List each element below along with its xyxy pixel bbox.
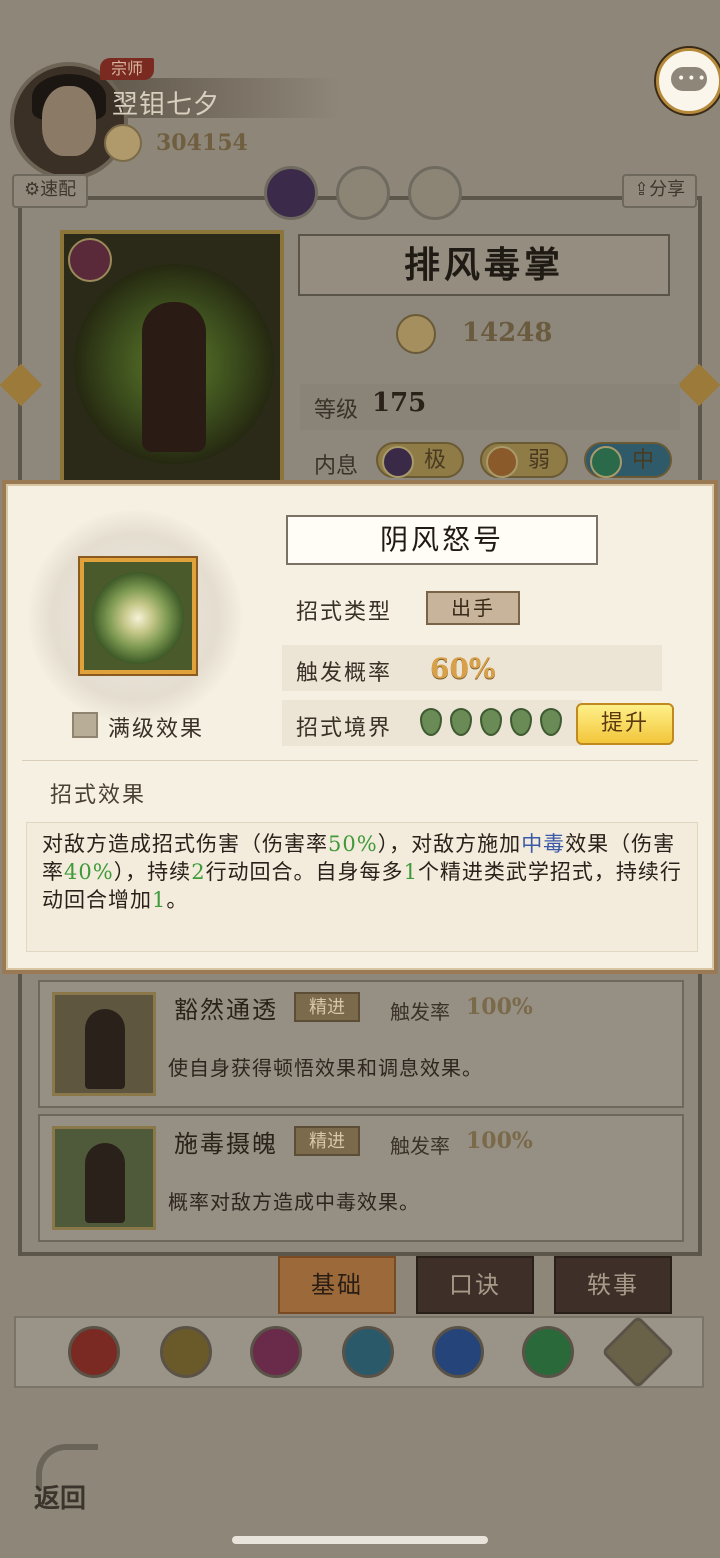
moon-icon bbox=[382, 446, 414, 478]
sword-category-icon[interactable] bbox=[68, 1326, 120, 1378]
palm-icon bbox=[68, 238, 112, 282]
type-label: 招式类型 bbox=[296, 600, 393, 625]
level-value: 175 bbox=[372, 388, 427, 418]
power-icon bbox=[104, 124, 142, 162]
share-button[interactable]: ⇪分享 bbox=[622, 174, 698, 208]
yinyang-category-icon[interactable] bbox=[432, 1326, 484, 1378]
type-value: 出手 bbox=[426, 591, 520, 625]
max-level-checkbox[interactable] bbox=[72, 712, 98, 738]
lower-skill-1[interactable]: 豁然通透 精进 触发率 100% 使自身获得顿悟效果和调息效果。 bbox=[38, 980, 684, 1108]
level-label: 等级 bbox=[314, 398, 359, 423]
inner-orb-sun[interactable] bbox=[336, 166, 390, 220]
share-icon: ⇪ bbox=[634, 179, 650, 200]
skill-tag: 精进 bbox=[294, 992, 360, 1022]
skill-thumb-2 bbox=[52, 1126, 156, 1230]
skill-icon bbox=[80, 558, 196, 674]
popup-title: 阴风怒号 bbox=[286, 515, 598, 565]
max-level-label[interactable]: 满级效果 bbox=[108, 711, 204, 743]
tab-mantra[interactable]: 口诀 bbox=[416, 1256, 534, 1314]
player-power: 304154 bbox=[156, 130, 248, 156]
tab-basic[interactable]: 基础 bbox=[278, 1256, 396, 1314]
rank-badge: 宗师 bbox=[100, 58, 154, 80]
trigger-value: 60% bbox=[430, 652, 496, 685]
tab-anecdote[interactable]: 轶事 bbox=[554, 1256, 672, 1314]
fist-category-icon[interactable] bbox=[522, 1326, 574, 1378]
inner-pill-3[interactable]: 中 bbox=[584, 442, 672, 478]
sun-icon bbox=[486, 446, 518, 478]
back-button[interactable]: 返回 bbox=[28, 1440, 104, 1514]
chat-button[interactable]: ••• bbox=[656, 48, 720, 114]
inner-pill-2[interactable]: 弱 bbox=[480, 442, 568, 478]
swirl-icon bbox=[92, 572, 184, 664]
upgrade-button[interactable]: 提升 bbox=[576, 703, 674, 745]
palm-category-icon[interactable] bbox=[250, 1326, 302, 1378]
home-indicator bbox=[232, 1536, 488, 1544]
effect-description: 对敌方造成招式伤害（伤害率50%），对敌方施加中毒效果（伤害率40%），持续2行… bbox=[42, 832, 682, 912]
blade-category-icon[interactable] bbox=[160, 1326, 212, 1378]
effect-section-label: 招式效果 bbox=[50, 783, 147, 808]
skill-thumb-1 bbox=[52, 992, 156, 1096]
inner-breath-label: 内息 bbox=[314, 454, 359, 479]
skill-power-icon bbox=[396, 314, 436, 354]
inner-orb-ring[interactable] bbox=[408, 166, 462, 220]
fan-category-icon[interactable] bbox=[342, 1326, 394, 1378]
realm-label: 招式境界 bbox=[296, 716, 393, 741]
ring-icon bbox=[590, 446, 622, 478]
trigger-label: 触发概率 bbox=[296, 661, 393, 686]
skill-title: 排风毒掌 bbox=[298, 234, 670, 296]
divider bbox=[22, 760, 698, 761]
inner-orb-purple[interactable] bbox=[264, 166, 318, 220]
skill-power: 14248 bbox=[462, 318, 553, 348]
quick-config-button[interactable]: ⚙速配 bbox=[12, 174, 89, 208]
player-name: 翌钼七夕 bbox=[112, 90, 221, 120]
poison-link[interactable]: 中毒 bbox=[521, 832, 565, 856]
inner-pill-1[interactable]: 极 bbox=[376, 442, 464, 478]
gear-icon: ⚙ bbox=[24, 179, 41, 200]
skill-tag: 精进 bbox=[294, 1126, 360, 1156]
lower-skill-2[interactable]: 施毒摄魄 精进 触发率 100% 概率对敌方造成中毒效果。 bbox=[38, 1114, 684, 1242]
